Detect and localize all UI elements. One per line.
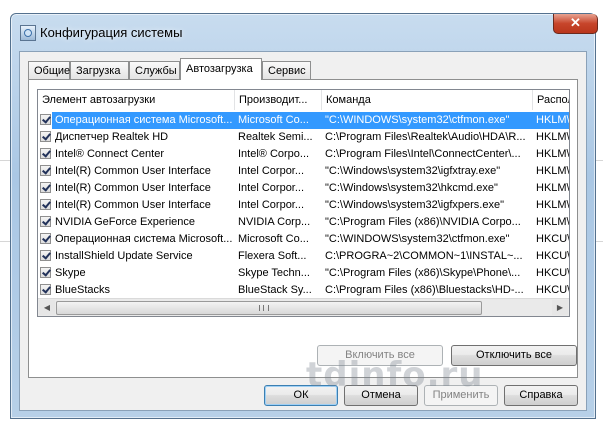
cell-item: BlueStacks bbox=[55, 284, 111, 296]
cell-manufacturer: NVIDIA Corp... bbox=[238, 216, 311, 228]
table-row[interactable]: Операционная система Microsoft... Micros… bbox=[38, 231, 570, 248]
table-row[interactable]: Intel(R) Common User Interface Intel Cor… bbox=[38, 180, 570, 197]
checkbox[interactable] bbox=[40, 233, 51, 244]
table-row[interactable]: Intel® Connect Center Intel® Corpo... C:… bbox=[38, 146, 570, 163]
cell-manufacturer: Microsoft Co... bbox=[235, 112, 322, 129]
checkbox[interactable] bbox=[40, 250, 51, 261]
cell-location: HKLM\S bbox=[536, 216, 570, 228]
cell-location: HKLM\S bbox=[536, 148, 570, 160]
table-row[interactable]: Диспетчер Realtek HD Realtek Semi... C:\… bbox=[38, 129, 570, 146]
tab-general[interactable]: Общие bbox=[28, 61, 70, 79]
cell-manufacturer: Intel Corpor... bbox=[238, 182, 305, 194]
table-row[interactable]: Операционная система Microsoft... Micros… bbox=[38, 112, 569, 129]
tab-boot[interactable]: Загрузка bbox=[70, 61, 129, 79]
cell-location: HKCU\S bbox=[536, 250, 570, 262]
cell-item: Intel® Connect Center bbox=[55, 148, 164, 160]
cell-command: "C:\Program Files (x86)\Skype\Phone\... bbox=[325, 267, 521, 279]
cell-command: "C:\Program Files (x86)\NVIDIA Corpo... bbox=[325, 216, 521, 228]
disable-all-button[interactable]: Отключить все bbox=[451, 345, 577, 366]
tab-tools[interactable]: Сервис bbox=[262, 61, 311, 79]
checkbox[interactable] bbox=[40, 284, 51, 295]
table-row[interactable]: Intel(R) Common User Interface Intel Cor… bbox=[38, 197, 570, 214]
window-title: Конфигурация системы bbox=[40, 25, 183, 40]
scroll-right-icon[interactable]: ▶ bbox=[552, 300, 568, 315]
table-row[interactable]: Intel(R) Common User Interface Intel Cor… bbox=[38, 163, 570, 180]
startup-tab-panel: Элемент автозагрузки Производит... Коман… bbox=[28, 79, 578, 378]
checkbox[interactable] bbox=[40, 267, 51, 278]
system-configuration-window: Конфигурация системы ✕ Общие Загрузка Сл… bbox=[10, 13, 598, 419]
cell-location: HKCU\S bbox=[536, 267, 570, 279]
cell-manufacturer: Intel Corpor... bbox=[238, 199, 305, 211]
msconfig-icon bbox=[20, 25, 36, 41]
column-startup-item[interactable]: Элемент автозагрузки bbox=[38, 90, 235, 110]
cell-item: Диспетчер Realtek HD bbox=[55, 131, 169, 143]
cell-item: Skype bbox=[55, 267, 86, 279]
table-row[interactable]: Skype Skype Techn... "C:\Program Files (… bbox=[38, 265, 570, 282]
cell-manufacturer: Skype Techn... bbox=[238, 267, 310, 279]
horizontal-scrollbar[interactable]: ◀ ▶ bbox=[38, 298, 569, 316]
cell-location: HKLM\S bbox=[533, 112, 569, 129]
cell-item: Операционная система Microsoft... bbox=[55, 233, 233, 245]
cancel-button[interactable]: Отмена bbox=[344, 385, 418, 406]
cell-command: "C:\Windows\system32\igfxtray.exe" bbox=[325, 165, 501, 177]
tab-services[interactable]: Службы bbox=[129, 61, 180, 79]
cell-manufacturer: Intel Corpor... bbox=[238, 165, 305, 177]
table-row[interactable]: InstallShield Update Service Flexera Sof… bbox=[38, 248, 570, 265]
startup-items-list[interactable]: Элемент автозагрузки Производит... Коман… bbox=[37, 89, 570, 317]
cell-command: "C:\Windows\system32\hkcmd.exe" bbox=[325, 182, 498, 194]
help-button[interactable]: Справка bbox=[504, 385, 578, 406]
table-row[interactable]: NVIDIA GeForce Experience NVIDIA Corp...… bbox=[38, 214, 570, 231]
close-button[interactable]: ✕ bbox=[553, 14, 598, 34]
cell-manufacturer: Realtek Semi... bbox=[238, 131, 313, 143]
column-manufacturer[interactable]: Производит... bbox=[235, 90, 322, 110]
cell-manufacturer: Microsoft Co... bbox=[238, 233, 309, 245]
cell-item: Intel(R) Common User Interface bbox=[55, 199, 211, 211]
cell-command: C:\Program Files\Intel\ConnectCenter\... bbox=[325, 148, 521, 160]
scrollbar-thumb[interactable] bbox=[56, 301, 482, 315]
cell-command: C:\Program Files (x86)\Bluestacks\HD-... bbox=[325, 284, 524, 296]
ok-button[interactable]: ОК bbox=[264, 385, 338, 406]
cell-command: "C:\WINDOWS\system32\ctfmon.exe" bbox=[322, 112, 533, 129]
cell-command: C:\PROGRA~2\COMMON~1\INSTAL~... bbox=[325, 250, 523, 262]
checkbox[interactable] bbox=[40, 114, 51, 125]
scroll-left-icon[interactable]: ◀ bbox=[39, 300, 55, 315]
cell-command: C:\Program Files\Realtek\Audio\HDA\R... bbox=[325, 131, 526, 143]
tab-startup[interactable]: Автозагрузка bbox=[180, 58, 262, 80]
cell-location: HKCU\S bbox=[536, 284, 570, 296]
cell-location: HKLM\S bbox=[536, 165, 570, 177]
enable-all-button[interactable]: Включить все bbox=[317, 345, 443, 366]
checkbox[interactable] bbox=[40, 165, 51, 176]
cell-location: HKLM\S bbox=[536, 131, 570, 143]
checkbox[interactable] bbox=[40, 148, 51, 159]
dialog-client-area: Общие Загрузка Службы Автозагрузка Серви… bbox=[19, 51, 587, 411]
cell-command: "C:\Windows\system32\igfxpers.exe" bbox=[325, 199, 504, 211]
grip-icon bbox=[259, 305, 269, 311]
apply-button[interactable]: Применить bbox=[424, 385, 498, 406]
cell-item: Intel(R) Common User Interface bbox=[55, 165, 211, 177]
cell-manufacturer: Intel® Corpo... bbox=[238, 148, 310, 160]
cell-item: InstallShield Update Service bbox=[55, 250, 193, 262]
checkbox[interactable] bbox=[40, 182, 51, 193]
cell-location: HKCU\S bbox=[536, 233, 570, 245]
cell-location: HKLM\S bbox=[536, 182, 570, 194]
cell-location: HKLM\S bbox=[536, 199, 570, 211]
column-command[interactable]: Команда bbox=[322, 90, 533, 110]
list-header: Элемент автозагрузки Производит... Коман… bbox=[38, 90, 569, 110]
cell-manufacturer: Flexera Soft... bbox=[238, 250, 307, 262]
checkbox[interactable] bbox=[40, 131, 51, 142]
cell-manufacturer: BlueStack Sy... bbox=[238, 284, 312, 296]
cell-command: "C:\WINDOWS\system32\ctfmon.exe" bbox=[325, 233, 510, 245]
checkbox[interactable] bbox=[40, 199, 51, 210]
table-row[interactable]: BlueStacks BlueStack Sy... C:\Program Fi… bbox=[38, 282, 570, 299]
column-location[interactable]: Распол bbox=[533, 90, 569, 110]
checkbox[interactable] bbox=[40, 216, 51, 227]
cell-item: Операционная система Microsoft... bbox=[52, 112, 235, 129]
cell-item: NVIDIA GeForce Experience bbox=[55, 216, 196, 228]
cell-item: Intel(R) Common User Interface bbox=[55, 182, 211, 194]
title-bar[interactable]: Конфигурация системы ✕ bbox=[11, 14, 598, 50]
